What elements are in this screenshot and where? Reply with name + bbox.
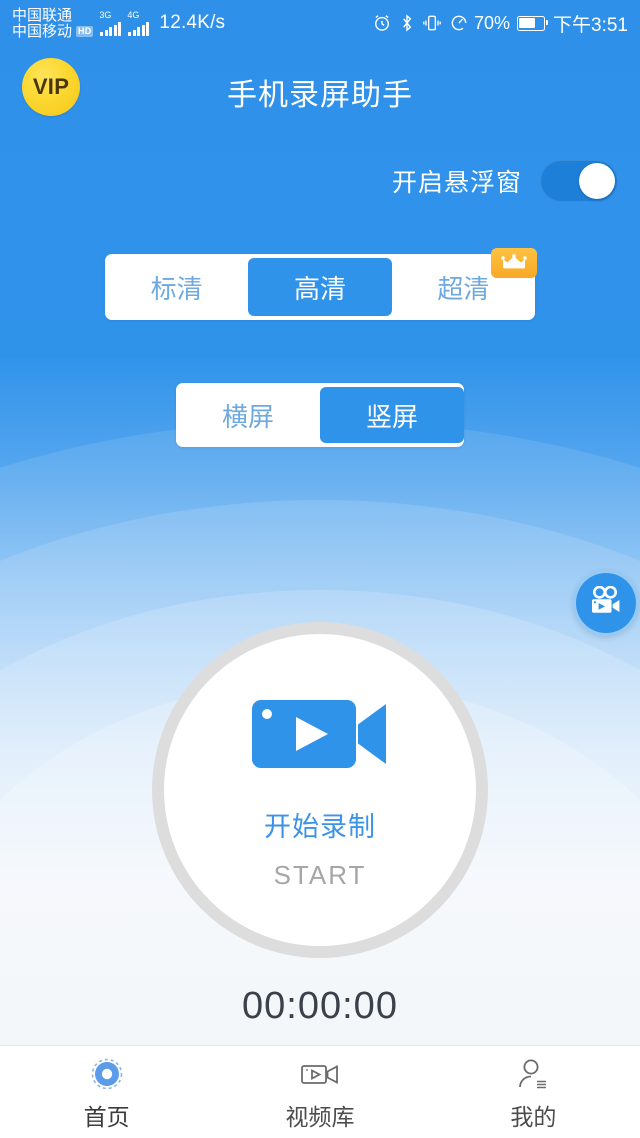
status-bar-right: 70% 下午3:51 [372,10,628,37]
orientation-option-portrait[interactable]: 竖屏 [320,387,464,443]
floating-recorder-button[interactable] [573,570,639,636]
record-disc-icon [90,1057,124,1091]
network-speed-label: 12.4K/s [159,12,226,33]
carrier-names: 中国联通 中国移动 HD [12,7,94,40]
app-header: VIP 手机录屏助手 [0,46,640,146]
app-root: 中国联通 中国移动 HD 3G 4G 12.4K/s 70% 下午3:51 VI… [0,0,640,1138]
quality-option-standard[interactable]: 标清 [105,254,248,320]
toggle-knob [579,163,615,199]
tab-video-library[interactable]: 视频库 [213,1046,426,1138]
signal-strength-3g: 3G [99,10,122,36]
status-bar-clock: 下午3:51 [553,14,628,36]
carrier-primary-row: 中国联通 [12,8,93,24]
tab-video-library-label: 视频库 [285,1103,355,1130]
signal-bars-icon-2 [128,22,150,36]
page-title: 手机录屏助手 [227,79,413,112]
alarm-clock-icon [372,13,392,33]
status-bar-left: 中国联通 中国移动 HD 3G 4G 12.4K/s [12,7,225,39]
carrier-primary-label: 中国联通 [12,6,73,24]
quality-option-ultra-label: 超清 [437,273,490,304]
float-window-toggle[interactable] [540,160,618,202]
orientation-option-landscape-label: 横屏 [221,401,274,432]
signal-label-4g: 4G [127,10,140,20]
signal-label-3g: 3G [99,10,112,20]
quality-option-ultra[interactable]: 超清 [392,248,537,320]
status-bar: 中国联通 中国移动 HD 3G 4G 12.4K/s 70% 下午3:51 [0,0,640,46]
orientation-option-portrait-label: 竖屏 [365,401,418,432]
tab-home[interactable]: 首页 [0,1046,213,1138]
crown-icon [490,248,537,278]
recording-timer: 00:00:00 [242,985,398,1027]
tab-profile[interactable]: 我的 [427,1046,640,1138]
person-icon [516,1057,550,1091]
signal-bars-icon-1 [100,22,122,36]
orientation-option-landscape[interactable]: 横屏 [176,383,320,447]
quality-segmented-control: 标清 高清 超清 [105,248,537,320]
tab-profile-label: 我的 [510,1103,557,1130]
start-record-button[interactable]: 开始录制 START [152,622,488,958]
record-button-face: 开始录制 START [164,634,476,946]
record-label-cn: 开始录制 [264,811,376,842]
quality-option-hd-label: 高清 [293,273,346,304]
quality-option-hd[interactable]: 高清 [248,258,392,316]
hd-badge: HD [76,25,94,37]
signal-strength-4g: 4G [127,10,150,36]
record-label-en: START [273,859,367,890]
carrier-secondary-row: 中国移动 HD [12,22,94,40]
carrier-secondary-label: 中国移动 [12,22,73,40]
battery-icon [517,15,549,31]
camcorder-play-icon [252,696,388,777]
bluetooth-icon [399,13,415,33]
orientation-segmented-control: 横屏 竖屏 [176,383,464,447]
data-saver-icon [449,13,469,33]
quality-option-standard-label: 标清 [150,273,203,304]
video-library-icon [300,1057,340,1091]
movie-camera-icon [588,585,624,621]
tab-home-label: 首页 [83,1103,130,1130]
vibrate-icon [422,13,442,33]
float-window-label: 开启悬浮窗 [391,169,522,197]
battery-percent-label: 70% [473,12,511,33]
float-window-row: 开启悬浮窗 [392,160,618,202]
bottom-tabbar: 首页 视频库 我的 [0,1045,640,1138]
